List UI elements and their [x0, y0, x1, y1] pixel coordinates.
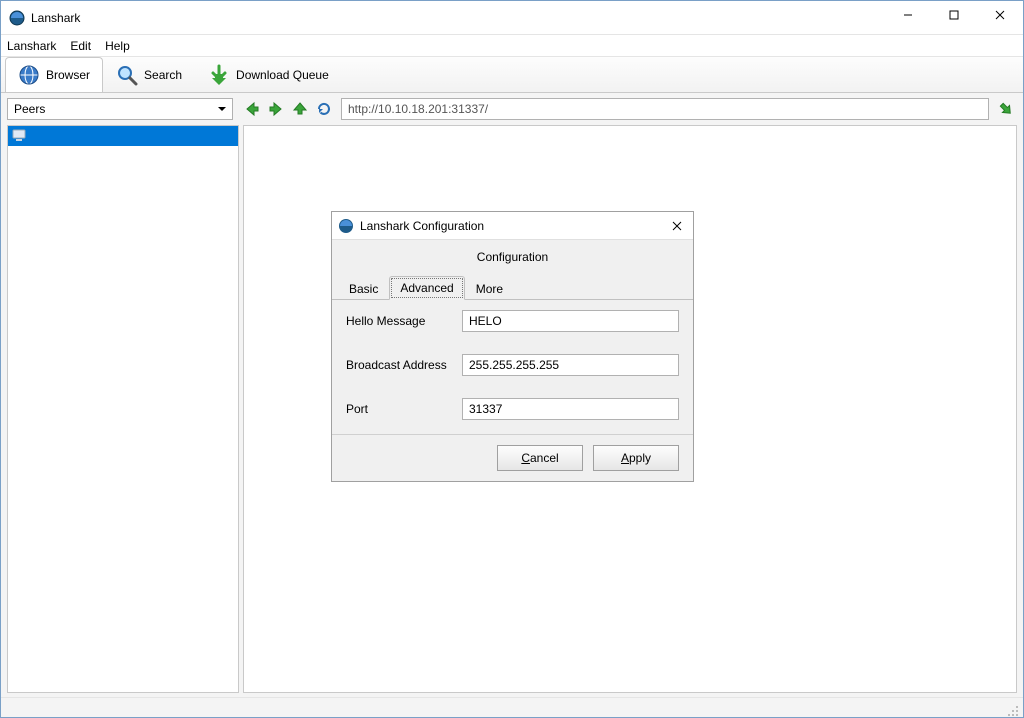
broadcast-address-input[interactable] [462, 354, 679, 376]
cancel-button[interactable]: Cancel [497, 445, 583, 471]
app-icon [9, 10, 25, 26]
dialog-title: Lanshark Configuration [360, 219, 667, 233]
peers-dropdown[interactable]: Peers [7, 98, 233, 120]
configuration-dialog: Lanshark Configuration Configuration Bas… [331, 211, 694, 482]
hello-message-label: Hello Message [346, 314, 462, 328]
nav-refresh-button[interactable] [313, 98, 335, 120]
apply-button[interactable]: Apply [593, 445, 679, 471]
navigation-bar: Peers http://10.10.18.201:31337/ [1, 93, 1023, 125]
globe-icon [18, 64, 40, 86]
window-title: Lanshark [31, 11, 885, 25]
menu-bar: Lanshark Edit Help [1, 35, 1023, 57]
peers-dropdown-label: Peers [14, 102, 45, 116]
broadcast-address-label: Broadcast Address [346, 358, 462, 372]
dialog-tab-basic[interactable]: Basic [338, 277, 389, 300]
download-icon [208, 64, 230, 86]
tab-download-queue-label: Download Queue [236, 68, 329, 82]
port-label: Port [346, 402, 462, 416]
nav-up-button[interactable] [289, 98, 311, 120]
tab-browser-label: Browser [46, 68, 90, 82]
hello-message-input[interactable] [462, 310, 679, 332]
peer-row[interactable] [8, 126, 238, 146]
url-value: http://10.10.18.201:31337/ [348, 102, 488, 116]
dialog-tab-advanced[interactable]: Advanced [389, 276, 464, 300]
dialog-title-bar: Lanshark Configuration [332, 212, 693, 240]
menu-edit[interactable]: Edit [70, 39, 91, 53]
dialog-tabs: Basic Advanced More [332, 274, 693, 300]
nav-forward-button[interactable] [265, 98, 287, 120]
title-bar: Lanshark [1, 1, 1023, 35]
dialog-heading: Configuration [332, 240, 693, 274]
menu-help[interactable]: Help [105, 39, 130, 53]
dialog-close-button[interactable] [667, 216, 687, 236]
tab-download-queue[interactable]: Download Queue [195, 57, 342, 92]
dialog-tab-more[interactable]: More [465, 277, 514, 300]
tab-browser[interactable]: Browser [5, 57, 103, 92]
peers-sidebar [7, 125, 239, 693]
tab-search[interactable]: Search [103, 57, 195, 92]
window-maximize-button[interactable] [931, 1, 977, 29]
tab-search-label: Search [144, 68, 182, 82]
chevron-down-icon [218, 102, 226, 116]
window-close-button[interactable] [977, 1, 1023, 29]
magnifier-icon [116, 64, 138, 86]
computer-icon [12, 129, 26, 144]
window-minimize-button[interactable] [885, 1, 931, 29]
nav-go-button[interactable] [995, 98, 1017, 120]
resize-grip-icon[interactable] [1007, 705, 1019, 717]
url-input[interactable]: http://10.10.18.201:31337/ [341, 98, 989, 120]
status-bar [1, 697, 1023, 717]
port-input[interactable] [462, 398, 679, 420]
toolbar: Browser Search Download Queue [1, 57, 1023, 93]
nav-back-button[interactable] [241, 98, 263, 120]
app-icon [338, 218, 354, 234]
menu-lanshark[interactable]: Lanshark [7, 39, 56, 53]
